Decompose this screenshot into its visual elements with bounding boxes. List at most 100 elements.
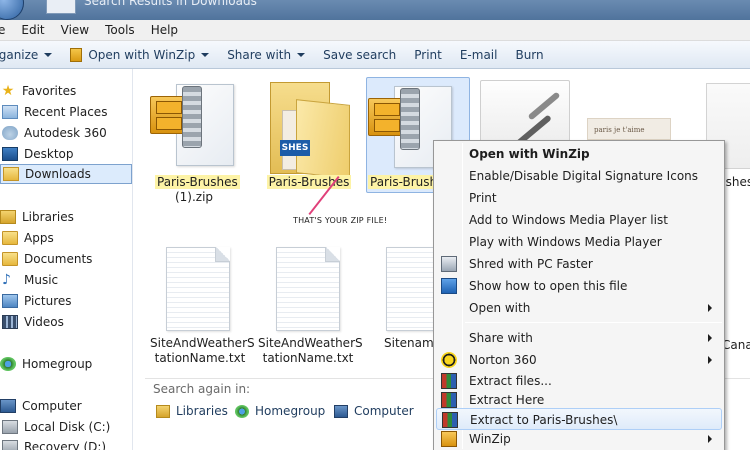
file-name-line1: SiteAndWeatherS <box>258 336 363 350</box>
submenu-arrow-icon <box>708 356 712 364</box>
file-name-line2: tationName.txt <box>262 351 354 365</box>
print-label: Print <box>414 47 442 62</box>
context-menu: Open with WinZip Enable/Disable Digital … <box>433 140 725 450</box>
nav-recovery[interactable]: Recovery (D:) <box>0 437 132 450</box>
menu-file[interactable]: e <box>0 23 13 37</box>
folder-icon[interactable]: SHES <box>266 80 356 179</box>
file-label-txt3[interactable]: Sitename <box>384 336 441 351</box>
homegroup-icon <box>0 357 16 371</box>
submenu-arrow-icon <box>708 435 712 443</box>
chevron-down-icon <box>44 52 53 57</box>
menu-norton-360[interactable]: Norton 360 <box>436 349 722 371</box>
zip-file-icon[interactable] <box>150 78 240 173</box>
link-label: Homegroup <box>255 404 326 418</box>
shredder-icon <box>441 256 457 272</box>
search-again-label: Search again in: <box>153 382 251 396</box>
save-search-button[interactable]: Save search <box>314 41 405 69</box>
menu-label: Enable/Disable Digital Signature Icons <box>469 169 699 183</box>
winzip-icon <box>441 431 457 447</box>
menu-play-wmp[interactable]: Play with Windows Media Player <box>436 231 722 253</box>
videos-icon <box>2 315 18 329</box>
menu-help[interactable]: Help <box>143 23 186 37</box>
nav-label: Local Disk (C:) <box>24 420 111 434</box>
submenu-arrow-icon <box>708 304 712 312</box>
paris-image-thumbnail[interactable]: paris je t'aime <box>587 118 671 140</box>
email-button[interactable]: E-mail <box>451 41 507 69</box>
search-libraries-link[interactable]: Libraries <box>156 404 228 418</box>
menu-edit[interactable]: Edit <box>13 23 52 37</box>
nav-computer[interactable]: Computer <box>0 396 132 416</box>
file-label-txt2[interactable]: SiteAndWeatherS tationName.txt <box>258 336 363 366</box>
open-with-winzip-button[interactable]: Open with WinZip <box>61 41 218 69</box>
menu-tools[interactable]: Tools <box>97 23 143 37</box>
file-label-zip1[interactable]: Paris-Brushes (1).zip <box>155 175 240 205</box>
menu-extract-to-paris-brushes[interactable]: Extract to Paris-Brushes\ <box>436 408 722 430</box>
nav-pictures[interactable]: Pictures <box>0 291 132 311</box>
menu-print[interactable]: Print <box>436 187 722 209</box>
desktop-icon <box>2 147 18 161</box>
nav-favorites[interactable]: ★ Favorites <box>0 81 132 101</box>
disk-icon <box>2 440 18 450</box>
menu-enable-disable-signature[interactable]: Enable/Disable Digital Signature Icons <box>436 165 722 187</box>
burn-button[interactable]: Burn <box>506 41 552 69</box>
menu-view[interactable]: View <box>53 23 97 37</box>
annotation-text: THAT'S YOUR ZIP FILE! <box>293 216 388 225</box>
nav-local-disk[interactable]: Local Disk (C:) <box>0 417 132 437</box>
nav-label: Computer <box>22 399 82 413</box>
link-label: Computer <box>354 404 414 418</box>
title-bar: Search Results in Downloads <box>0 0 750 20</box>
text-file-icon[interactable] <box>166 247 230 331</box>
cloud-icon <box>2 126 18 140</box>
print-button[interactable]: Print <box>405 41 451 69</box>
disk-icon <box>2 420 18 434</box>
file-label-zip2[interactable]: Paris-Brush <box>368 175 434 190</box>
nav-recent-places[interactable]: Recent Places <box>0 102 132 122</box>
menu-open-with-winzip[interactable]: Open with WinZip <box>436 143 722 165</box>
share-with-label: Share with <box>227 47 292 62</box>
nav-label: Pictures <box>24 294 72 308</box>
navigation-pane: ★ Favorites Recent Places Autodesk 360 D… <box>0 69 133 450</box>
organize-button[interactable]: rganize <box>0 41 61 69</box>
command-toolbar: rganize Open with WinZip Share with Save… <box>0 41 750 69</box>
computer-icon <box>334 404 348 418</box>
nav-documents[interactable]: Documents <box>0 249 132 269</box>
folder-icon <box>2 231 18 245</box>
search-computer-link[interactable]: Computer <box>334 404 414 418</box>
pictures-icon <box>2 294 18 308</box>
file-name: Paris-Brush <box>368 175 434 189</box>
menu-label: Extract to Paris-Brushes\ <box>470 413 618 427</box>
organize-label: rganize <box>0 47 39 62</box>
nav-downloads[interactable]: Downloads <box>0 164 132 184</box>
share-with-button[interactable]: Share with <box>218 41 314 69</box>
nav-autodesk-360[interactable]: Autodesk 360 <box>0 123 132 143</box>
nav-music[interactable]: ♪ Music <box>0 270 132 290</box>
chevron-down-icon <box>297 52 306 57</box>
menu-add-to-wmp[interactable]: Add to Windows Media Player list <box>436 209 722 231</box>
file-label-txt1[interactable]: SiteAndWeatherS tationName.txt <box>150 336 255 366</box>
chevron-down-icon <box>201 52 210 57</box>
nav-homegroup[interactable]: Homegroup <box>0 354 132 374</box>
nav-videos[interactable]: Videos <box>0 312 132 332</box>
libraries-icon <box>0 210 16 224</box>
text-file-icon[interactable] <box>276 247 340 331</box>
nav-label: Downloads <box>25 167 91 181</box>
menu-separator <box>465 322 722 323</box>
nav-libraries[interactable]: Libraries <box>0 207 132 227</box>
file-name-line2: (1).zip <box>174 190 214 204</box>
back-button[interactable] <box>0 0 24 20</box>
menu-open-with[interactable]: Open with <box>436 297 722 319</box>
nav-label: Recovery (D:) <box>24 440 107 450</box>
menu-show-how-to-open[interactable]: Show how to open this file <box>436 275 722 297</box>
nav-label: Videos <box>24 315 64 329</box>
menu-shred[interactable]: Shred with PC Faster <box>436 253 722 275</box>
star-icon: ★ <box>1 83 15 99</box>
address-bar[interactable] <box>46 0 76 14</box>
menu-winzip[interactable]: WinZip <box>436 428 722 450</box>
nav-apps[interactable]: Apps <box>0 228 132 248</box>
search-homegroup-link[interactable]: Homegroup <box>235 404 325 418</box>
nav-desktop[interactable]: Desktop <box>0 144 132 164</box>
file-label-txt4[interactable]: Canad <box>722 338 750 353</box>
libraries-icon <box>156 404 170 418</box>
burn-label: Burn <box>515 47 544 62</box>
menu-share-with[interactable]: Share with <box>436 327 722 349</box>
